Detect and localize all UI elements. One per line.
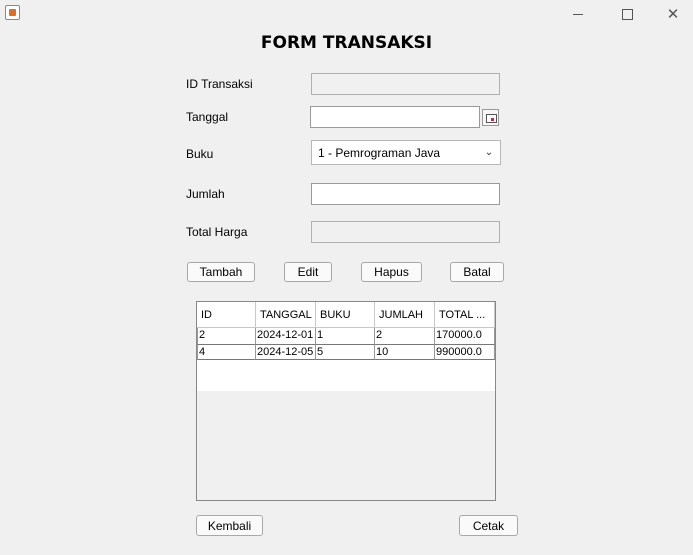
table-cell[interactable]: 990000.0 (435, 344, 495, 360)
close-button[interactable]: ✕ (650, 0, 693, 28)
calendar-icon[interactable] (482, 109, 499, 126)
table-body[interactable]: 2 2024-12-01 1 2 170000.0 4 2024-12-05 5… (197, 328, 495, 391)
buku-select[interactable]: 1 - Pemrograman Java ⌄ (311, 140, 501, 165)
java-app-icon[interactable] (5, 5, 20, 20)
column-header-jumlah[interactable]: JUMLAH (375, 302, 435, 328)
page-title: FORM TRANSAKSI (260, 33, 433, 53)
table-cell[interactable]: 2 (197, 328, 256, 344)
total-harga-label: Total Harga (186, 225, 248, 239)
maximize-button[interactable] (604, 0, 650, 28)
tambah-button[interactable]: Tambah (187, 262, 255, 282)
column-header-total[interactable]: TOTAL ... (435, 302, 495, 328)
maximize-icon (621, 8, 633, 20)
table-cell[interactable]: 4 (197, 344, 256, 360)
column-header-tanggal[interactable]: TANGGAL (256, 302, 316, 328)
table-cell[interactable]: 170000.0 (435, 328, 495, 344)
total-harga-field[interactable] (311, 221, 500, 243)
tanggal-field[interactable] (310, 106, 480, 128)
jumlah-field[interactable] (311, 183, 500, 205)
table-cell[interactable]: 5 (316, 344, 375, 360)
cetak-button[interactable]: Cetak (459, 515, 518, 536)
minimize-button[interactable] (555, 0, 601, 28)
chevron-down-icon: ⌄ (484, 147, 494, 158)
id-transaksi-label: ID Transaksi (186, 77, 253, 91)
table-header: ID TANGGAL BUKU JUMLAH TOTAL ... (197, 302, 495, 328)
id-transaksi-field[interactable] (311, 73, 500, 95)
buku-selected-value: 1 - Pemrograman Java (318, 145, 441, 160)
table-cell[interactable]: 10 (375, 344, 435, 360)
hapus-button[interactable]: Hapus (361, 262, 422, 282)
column-header-buku[interactable]: BUKU (316, 302, 375, 328)
buku-label: Buku (186, 147, 214, 161)
table-row[interactable]: 4 2024-12-05 5 10 990000.0 (197, 344, 495, 360)
transaction-table[interactable]: 2 2024-12-01 1 2 170000.0 4 2024-12-05 5… (196, 301, 496, 501)
table-cell[interactable]: 1 (316, 328, 375, 344)
table-cell[interactable]: 2 (375, 328, 435, 344)
minimize-icon (573, 13, 583, 15)
table-cell[interactable]: 2024-12-01 (256, 328, 316, 344)
tanggal-label: Tanggal (186, 110, 229, 124)
table-row[interactable]: 2 2024-12-01 1 2 170000.0 (197, 328, 495, 344)
close-icon: ✕ (666, 4, 680, 23)
column-header-id[interactable]: ID (197, 302, 256, 328)
jumlah-label: Jumlah (186, 187, 225, 201)
title-bar: ✕ (0, 0, 693, 28)
batal-button[interactable]: Batal (450, 262, 504, 282)
kembali-button[interactable]: Kembali (196, 515, 263, 536)
edit-button[interactable]: Edit (284, 262, 332, 282)
table-cell[interactable]: 2024-12-05 (256, 344, 316, 360)
